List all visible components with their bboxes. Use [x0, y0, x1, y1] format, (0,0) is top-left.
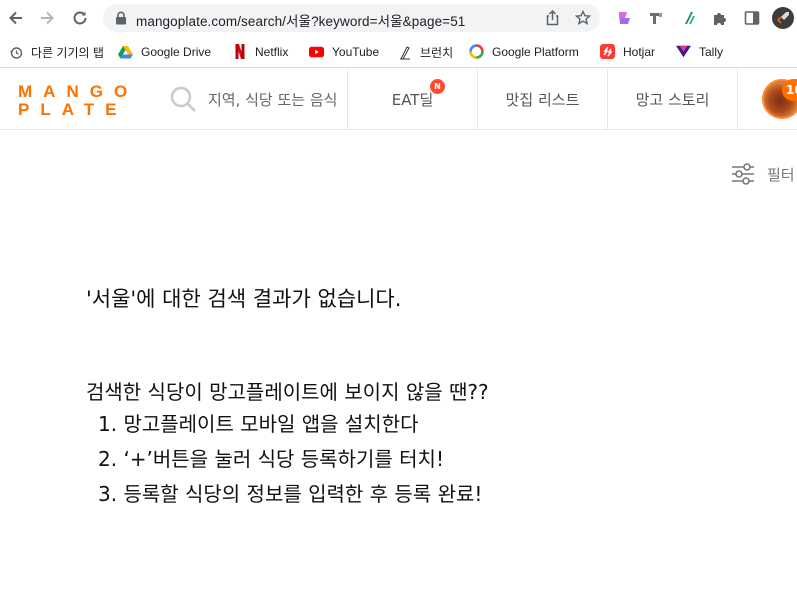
filter-sliders-icon: [732, 163, 754, 185]
arrow-left-icon: [9, 11, 22, 25]
help-step: 2. ‘+’버튼을 눌러 식당 등록하기를 터치!: [98, 447, 444, 471]
search-input[interactable]: 지역, 식당 또는 음식: [208, 89, 337, 110]
bookmark-other-devices[interactable]: 다른 기기의 탭: [8, 44, 104, 61]
hotjar-icon: [600, 44, 615, 59]
browser-toolbar: mangoplate.com/search/서울?keyword=서울&page…: [0, 0, 797, 36]
help-step: 3. 등록할 식당의 정보를 입력한 후 등록 완료!: [98, 482, 483, 506]
bookmark-google-platform[interactable]: Google Platform: [469, 44, 579, 59]
extension-green-icon[interactable]: [680, 9, 698, 27]
help-step: 1. 망고플레이트 모바일 앱을 설치한다: [98, 412, 419, 436]
menu-divider: [737, 69, 738, 129]
extension-notion-icon[interactable]: [647, 9, 665, 27]
filter-button[interactable]: 필터: [731, 162, 795, 186]
bookmarks-bar: 다른 기기의 탭 Google Drive Netflix YouTube 브런…: [0, 36, 797, 68]
extension-shortcut-icon[interactable]: [615, 9, 633, 27]
mangoplate-logo[interactable]: MANGO PLATE: [18, 82, 127, 118]
bookmark-hotjar[interactable]: Hotjar: [600, 44, 655, 59]
bookmark-tally[interactable]: Tally: [676, 44, 723, 59]
address-bar[interactable]: mangoplate.com/search/서울?keyword=서울&page…: [103, 4, 600, 32]
back-button[interactable]: [5, 7, 27, 29]
tally-icon: [676, 44, 691, 59]
no-result-message: '서울'에 대한 검색 결과가 없습니다.: [86, 287, 402, 311]
menu-restaurant-list[interactable]: 맛집 리스트: [478, 69, 607, 129]
reload-button[interactable]: [69, 7, 91, 29]
youtube-icon: [309, 44, 324, 59]
side-panel-icon[interactable]: [743, 9, 761, 27]
search-icon[interactable]: [170, 86, 197, 113]
notification-count[interactable]: 10: [782, 79, 797, 101]
site-header: MANGO PLATE 지역, 식당 또는 음식 EAT딜 N 맛집 리스트 망…: [0, 69, 797, 130]
arrow-right-icon: [41, 11, 54, 25]
help-title: 검색한 식당이 망고플레이트에 보이지 않을 땐??: [86, 380, 489, 404]
brunch-icon: [397, 45, 412, 60]
help-steps: 1. 망고플레이트 모바일 앱을 설치한다 2. ‘+’버튼을 눌러 식당 등록…: [98, 411, 482, 516]
bookmark-brunch[interactable]: 브런치: [397, 44, 453, 61]
filter-label: 필터: [767, 165, 795, 184]
netflix-icon: [232, 44, 247, 59]
url-text[interactable]: mangoplate.com/search/서울?keyword=서울&page…: [136, 10, 465, 30]
bookmark-google-drive[interactable]: Google Drive: [118, 44, 211, 59]
forward-button[interactable]: [36, 7, 58, 29]
reload-icon: [73, 11, 87, 25]
rocket-icon: [776, 12, 789, 24]
star-icon[interactable]: [575, 10, 591, 26]
history-icon: [8, 45, 23, 60]
share-icon[interactable]: [544, 10, 560, 26]
lock-icon: [116, 11, 126, 25]
bookmark-youtube[interactable]: YouTube: [309, 44, 379, 59]
google-drive-icon: [118, 44, 133, 59]
google-platform-icon: [469, 44, 484, 59]
menu-mango-story[interactable]: 망고 스토리: [608, 69, 737, 129]
bookmark-netflix[interactable]: Netflix: [232, 44, 288, 59]
menu-eat-deal[interactable]: EAT딜: [348, 69, 477, 129]
profile-avatar[interactable]: [772, 7, 794, 29]
extensions-puzzle-icon[interactable]: [711, 9, 729, 27]
new-badge: N: [430, 79, 445, 94]
